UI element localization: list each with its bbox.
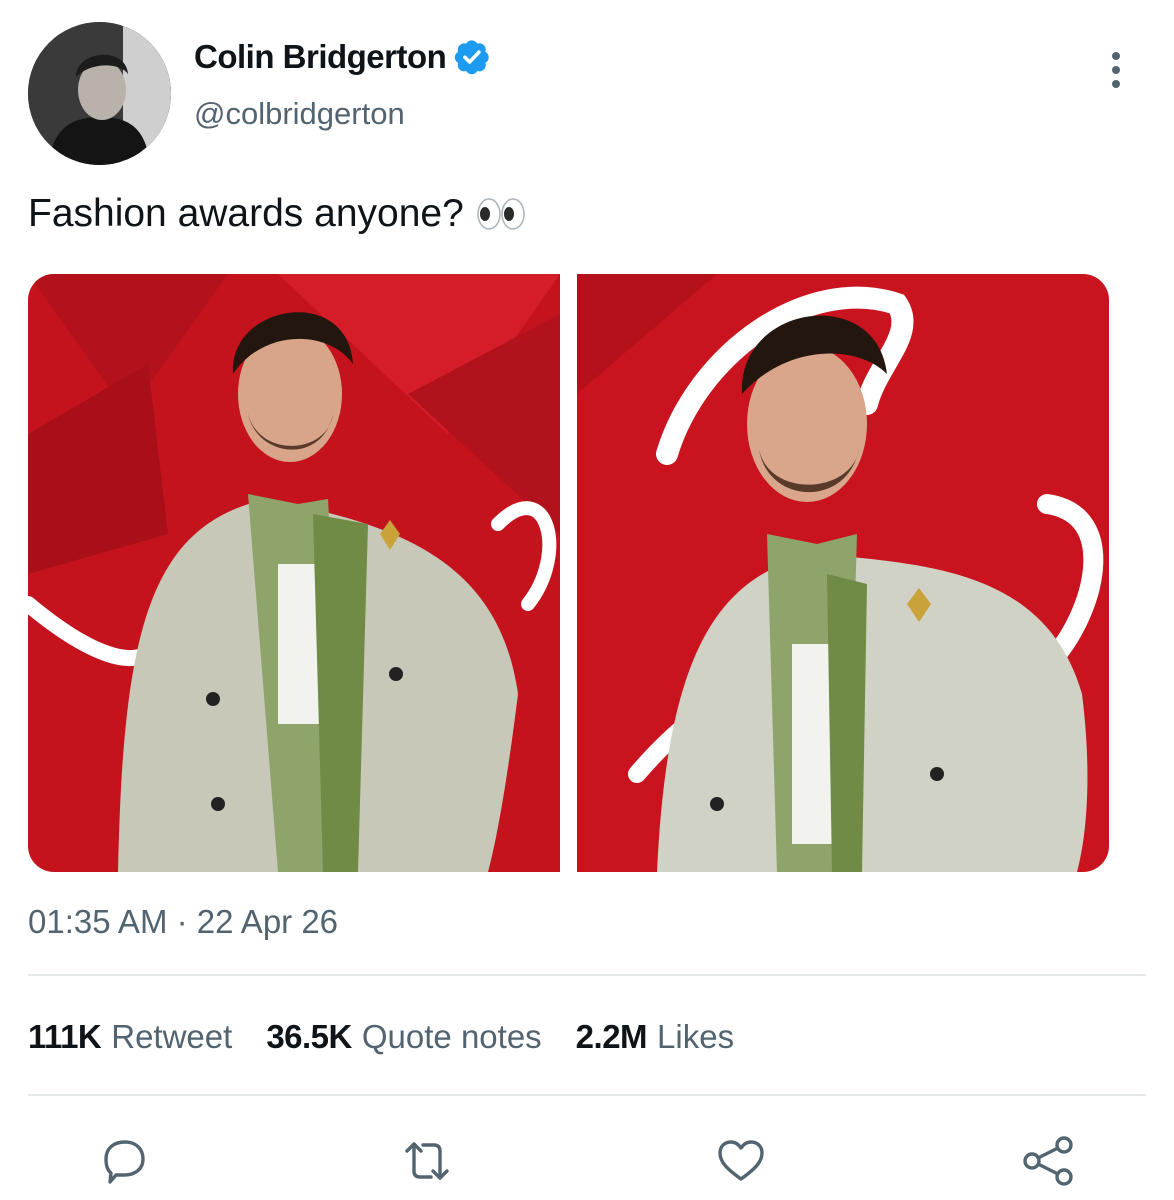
retweet-icon[interactable] (399, 1133, 455, 1189)
divider-top (28, 974, 1146, 976)
eyes-emoji-icon (476, 197, 526, 231)
avatar-photo (28, 22, 171, 165)
tweet-text-row: Fashion awards anyone? (28, 192, 526, 236)
author-name-row: Colin Bridgerton (194, 38, 490, 76)
verified-badge-icon (455, 40, 489, 75)
photo-man-grey-suit-full (28, 274, 560, 872)
tweet-text: Fashion awards anyone? (28, 192, 464, 235)
avatar[interactable] (28, 22, 171, 165)
photo-man-grey-suit-closeup (577, 274, 1109, 872)
tweet-timestamp[interactable]: 01:35 AM · 22 Apr 26 (28, 903, 338, 941)
divider-bottom (28, 1094, 1146, 1096)
stat-label: Quote notes (361, 1018, 542, 1055)
reply-icon[interactable] (96, 1133, 152, 1189)
author-name[interactable]: Colin Bridgerton (194, 38, 447, 76)
stat-count: 2.2M (575, 1018, 648, 1055)
more-options-icon[interactable] (1102, 50, 1130, 90)
like-icon[interactable] (713, 1133, 769, 1189)
share-icon[interactable] (1020, 1133, 1076, 1189)
author-handle[interactable]: @colbridgerton (194, 96, 405, 132)
stat-label: Likes (657, 1018, 735, 1055)
stat-likes[interactable]: 2.2M Likes (576, 1018, 734, 1056)
tweet-photo-1[interactable] (28, 274, 560, 872)
engagement-stats: 111K Retweet 36.5K Quote notes 2.2M Likes (28, 1018, 734, 1056)
stat-quotes[interactable]: 36.5K Quote notes (266, 1018, 541, 1056)
stat-label: Retweet (111, 1018, 233, 1055)
tweet-photo-2[interactable] (577, 274, 1109, 872)
stat-count: 36.5K (266, 1018, 352, 1055)
stat-retweets[interactable]: 111K Retweet (28, 1018, 232, 1056)
stat-count: 111K (28, 1018, 102, 1055)
